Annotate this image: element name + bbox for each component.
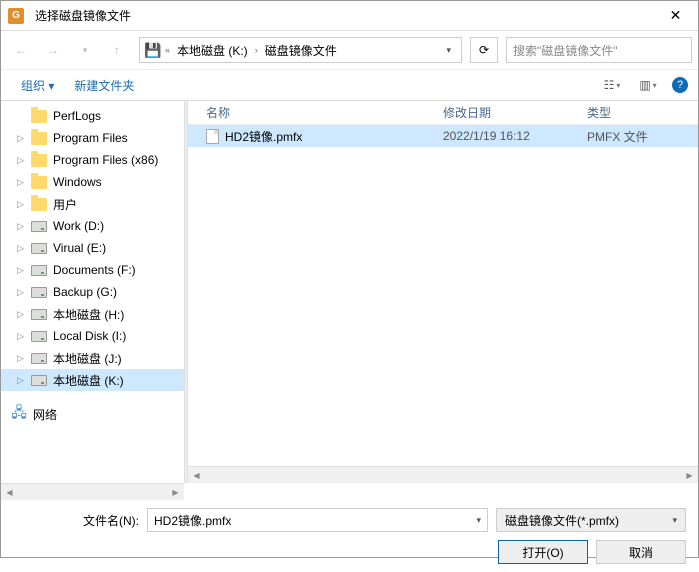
tree-item-label: PerfLogs	[53, 109, 101, 123]
filetype-filter[interactable]: 磁盘镜像文件(*.pmfx) ▾	[496, 508, 686, 532]
tree-item-label: Program Files (x86)	[53, 153, 158, 167]
file-list[interactable]: HD2镜像.pmfx 2022/1/19 16:12PMFX 文件	[188, 125, 698, 466]
network-icon: 🖧	[11, 406, 27, 422]
recent-dropdown[interactable]: ▾	[71, 36, 99, 64]
tree-item[interactable]: Windows	[1, 171, 184, 193]
filename-label: 文件名(N):	[83, 512, 139, 529]
tree-scrollbar[interactable]: ◀ ▶	[1, 483, 184, 500]
drive-icon	[31, 309, 47, 320]
column-header-row: 名称 修改日期 类型	[188, 101, 698, 125]
help-button[interactable]: ?	[672, 77, 688, 93]
breadcrumb[interactable]: 💾 « 本地磁盘 (K:) › 磁盘镜像文件 ▾	[139, 37, 462, 63]
drive-icon	[31, 265, 47, 276]
file-type: PMFX 文件	[587, 128, 698, 145]
filename-input[interactable]: HD2镜像.pmfx ▾	[147, 508, 488, 532]
horizontal-scrollbar[interactable]: ◀ ▶	[188, 466, 698, 483]
tree-item-label: 本地磁盘 (J:)	[53, 350, 122, 367]
close-button[interactable]: ✕	[653, 1, 698, 30]
folder-tree[interactable]: PerfLogs Program Files Program Files (x86)…	[1, 101, 184, 483]
chevron-left-icon[interactable]: ◀	[188, 467, 205, 483]
file-date: 2022/1/19 16:12	[443, 129, 587, 143]
tree-item-label: Program Files	[53, 131, 128, 145]
tree-item-label: Work (D:)	[53, 219, 104, 233]
tree-item[interactable]: Local Disk (I:)	[1, 325, 184, 347]
tree-item[interactable]: 本地磁盘 (H:)	[1, 303, 184, 325]
up-button[interactable]: ↑	[103, 36, 131, 64]
chevron-down-icon[interactable]: ▾	[476, 515, 481, 526]
chevron-down-icon[interactable]: ▾	[672, 515, 677, 526]
tree-item[interactable]: Work (D:)	[1, 215, 184, 237]
tree-item[interactable]: Backup (G:)	[1, 281, 184, 303]
drive-icon	[31, 287, 47, 298]
forward-button[interactable]: →	[39, 36, 67, 64]
tree-item-label: Virual (E:)	[53, 241, 106, 255]
breadcrumb-part[interactable]: 磁盘镜像文件	[261, 40, 341, 61]
breadcrumb-part[interactable]: 本地磁盘 (K:)	[173, 40, 252, 61]
chevron-left-icon[interactable]: «	[162, 45, 173, 55]
chevron-right-icon[interactable]: ›	[252, 45, 261, 55]
tree-item[interactable]: Program Files (x86)	[1, 149, 184, 171]
column-header-type[interactable]: 类型	[587, 104, 698, 121]
file-icon	[206, 129, 219, 144]
tree-item-label: Backup (G:)	[53, 285, 117, 299]
refresh-button[interactable]: ⟳	[470, 37, 498, 63]
tree-item-label: Local Disk (I:)	[53, 329, 126, 343]
new-folder-button[interactable]: 新建文件夹	[64, 73, 144, 98]
drive-icon: 💾	[144, 42, 162, 59]
folder-icon	[31, 176, 47, 189]
tree-network[interactable]: 🖧 网络	[1, 403, 184, 425]
drive-icon	[31, 243, 47, 254]
tree-item-label: Documents (F:)	[53, 263, 136, 277]
organize-menu[interactable]: 组织 ▾	[11, 73, 64, 98]
filename-value: HD2镜像.pmfx	[154, 512, 231, 529]
tree-item[interactable]: PerfLogs	[1, 105, 184, 127]
file-row[interactable]: HD2镜像.pmfx 2022/1/19 16:12PMFX 文件	[188, 125, 698, 147]
tree-item-label: 网络	[33, 406, 57, 423]
chevron-right-icon[interactable]: ▶	[167, 484, 184, 500]
preview-pane-button[interactable]: ▥▾	[630, 74, 666, 96]
folder-icon	[31, 154, 47, 167]
column-header-name[interactable]: 名称	[188, 104, 443, 121]
drive-icon	[31, 353, 47, 364]
tree-item[interactable]: Documents (F:)	[1, 259, 184, 281]
tree-item[interactable]: Virual (E:)	[1, 237, 184, 259]
chevron-right-icon[interactable]: ▶	[681, 467, 698, 483]
tree-item-label: 本地磁盘 (H:)	[53, 306, 124, 323]
window-title: 选择磁盘镜像文件	[31, 7, 653, 24]
folder-icon	[31, 198, 47, 211]
filter-value: 磁盘镜像文件(*.pmfx)	[505, 512, 619, 529]
layout-icon: ▥	[639, 78, 650, 92]
open-button[interactable]: 打开(O)	[498, 540, 588, 564]
cancel-button[interactable]: 取消	[596, 540, 686, 564]
tree-item[interactable]: 本地磁盘 (K:)	[1, 369, 184, 391]
folder-icon	[31, 110, 47, 123]
tree-item-label: Windows	[53, 175, 102, 189]
view-options-button[interactable]: ☷▾	[594, 74, 630, 96]
drive-icon	[31, 375, 47, 386]
file-name: HD2镜像.pmfx	[225, 128, 302, 145]
tree-item-label: 本地磁盘 (K:)	[53, 372, 124, 389]
tree-item[interactable]: 本地磁盘 (J:)	[1, 347, 184, 369]
app-icon: G	[1, 8, 31, 24]
folder-icon	[31, 132, 47, 145]
sliders-icon: ☷	[604, 78, 615, 92]
tree-item[interactable]: 用户	[1, 193, 184, 215]
tree-item[interactable]: Program Files	[1, 127, 184, 149]
chevron-left-icon[interactable]: ◀	[1, 484, 18, 500]
search-input[interactable]: 搜索"磁盘镜像文件"	[506, 37, 692, 63]
drive-icon	[31, 221, 47, 232]
back-button[interactable]: ←	[7, 36, 35, 64]
column-header-date[interactable]: 修改日期	[443, 104, 587, 121]
drive-icon	[31, 331, 47, 342]
chevron-down-icon[interactable]: ▾	[440, 45, 457, 56]
tree-item-label: 用户	[53, 196, 77, 213]
